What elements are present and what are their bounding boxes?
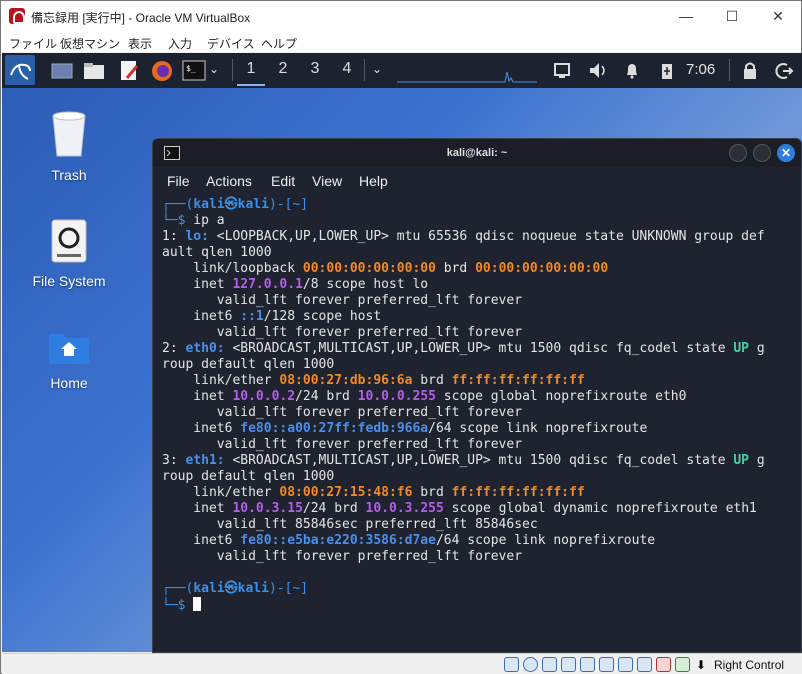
vbox-status-bar: ⬇ Right Control — [2, 653, 802, 674]
panel-dropdown-icon[interactable]: ⌄ — [372, 62, 388, 87]
window-title: 備忘録用 [実行中] - Oracle VM VirtualBox — [31, 11, 251, 25]
terminal-menubar: File Actions Edit View Help — [153, 168, 801, 196]
terminal-menu-edit[interactable]: Edit — [271, 173, 295, 189]
show-desktop-icon[interactable] — [50, 58, 74, 83]
menu-machine[interactable]: 仮想マシン — [60, 35, 120, 52]
menu-view[interactable]: 表示 — [128, 35, 152, 52]
terminal-menu-help[interactable]: Help — [359, 173, 388, 189]
close-icon[interactable]: ✕ — [755, 1, 801, 31]
host-key-arrow-icon: ⬇ — [696, 658, 707, 672]
file-manager-icon[interactable] — [82, 58, 106, 83]
svg-text:$_: $_ — [186, 64, 196, 73]
launcher-dropdown-icon[interactable]: ⌄ — [209, 62, 225, 87]
menu-input[interactable]: 入力 — [168, 35, 192, 52]
workspace-4[interactable]: 4 — [333, 60, 361, 78]
virtualbox-app-icon — [9, 8, 25, 24]
usb-icon[interactable] — [580, 657, 595, 672]
power-manager-icon[interactable] — [657, 58, 677, 83]
vbox-menubar: ファイル 仮想マシン 表示 入力 デバイス ヘルプ — [1, 31, 801, 52]
network-adapter-icon[interactable] — [561, 657, 576, 672]
panel-separator — [232, 59, 233, 81]
maximize-icon[interactable]: ☐ — [709, 1, 755, 31]
video-capture-icon[interactable] — [637, 657, 652, 672]
panel-separator — [729, 59, 730, 81]
mouse-integration-icon[interactable] — [675, 657, 690, 672]
workspace-2[interactable]: 2 — [269, 60, 297, 78]
firefox-icon[interactable] — [150, 58, 174, 83]
desktop-icon-label: Trash — [51, 167, 87, 183]
terminal-window: kali@kali: ~ ✕ File Actions Edit View He… — [152, 138, 802, 653]
panel-separator — [364, 59, 365, 81]
xfce-top-panel: $_ ⌄ 1 2 3 4 ⌄ 7:06 — [2, 53, 802, 88]
terminal-menu-file[interactable]: File — [167, 173, 190, 189]
minimize-icon[interactable]: — — [663, 1, 709, 31]
cpu-graph — [397, 58, 537, 83]
trash-icon — [52, 111, 86, 157]
host-key-label: Right Control — [714, 658, 785, 672]
network-icon[interactable] — [552, 58, 572, 83]
text-editor-icon[interactable] — [117, 58, 141, 83]
workspace-3[interactable]: 3 — [301, 60, 329, 78]
terminal-maximize-button[interactable] — [753, 144, 771, 162]
notifications-bell-icon[interactable] — [622, 58, 642, 83]
cpu-usage-icon[interactable] — [656, 657, 671, 672]
volume-icon[interactable] — [587, 58, 607, 83]
title-bar[interactable]: 備忘録用 [実行中] - Oracle VM VirtualBox — ☐ ✕ — [1, 1, 801, 31]
menu-help[interactable]: ヘルプ — [261, 35, 297, 52]
drive-icon — [51, 219, 87, 263]
desktop-icon-trash[interactable]: Trash — [14, 110, 124, 183]
terminal-close-button[interactable]: ✕ — [777, 144, 795, 162]
hard-disk-icon[interactable] — [504, 657, 519, 672]
desktop-icon-file-system[interactable]: File System — [14, 218, 124, 289]
logout-icon[interactable] — [774, 58, 794, 83]
desktop-icon-home[interactable]: Home — [14, 330, 124, 391]
home-folder-icon — [49, 334, 89, 364]
terminal-launcher-icon[interactable]: $_ — [182, 58, 206, 83]
workspace-1[interactable]: 1 — [237, 60, 265, 86]
terminal-minimize-button[interactable] — [729, 144, 747, 162]
terminal-title: kali@kali: ~ — [446, 147, 508, 159]
kali-menu-icon[interactable] — [5, 55, 35, 85]
shared-folders-icon[interactable] — [599, 657, 614, 672]
lock-screen-icon[interactable] — [740, 58, 760, 83]
terminal-menu-view[interactable]: View — [312, 173, 342, 189]
terminal-title-bar[interactable]: kali@kali: ~ ✕ — [153, 139, 801, 167]
menu-devices[interactable]: デバイス — [207, 35, 255, 52]
terminal-output[interactable]: ┌──(kali㉿kali)-[~] └─$ ip a 1: lo: <LOOP… — [162, 197, 801, 614]
optical-drive-icon[interactable] — [523, 657, 538, 672]
terminal-menu-actions[interactable]: Actions — [206, 173, 252, 189]
panel-clock[interactable]: 7:06 — [686, 61, 715, 86]
display-icon[interactable] — [618, 657, 633, 672]
desktop-icon-label: Home — [50, 375, 88, 391]
virtualbox-window: 備忘録用 [実行中] - Oracle VM VirtualBox — ☐ ✕ … — [0, 0, 802, 674]
audio-icon[interactable] — [542, 657, 557, 672]
menu-file[interactable]: ファイル — [9, 35, 57, 52]
desktop-icon-label: File System — [32, 273, 106, 289]
